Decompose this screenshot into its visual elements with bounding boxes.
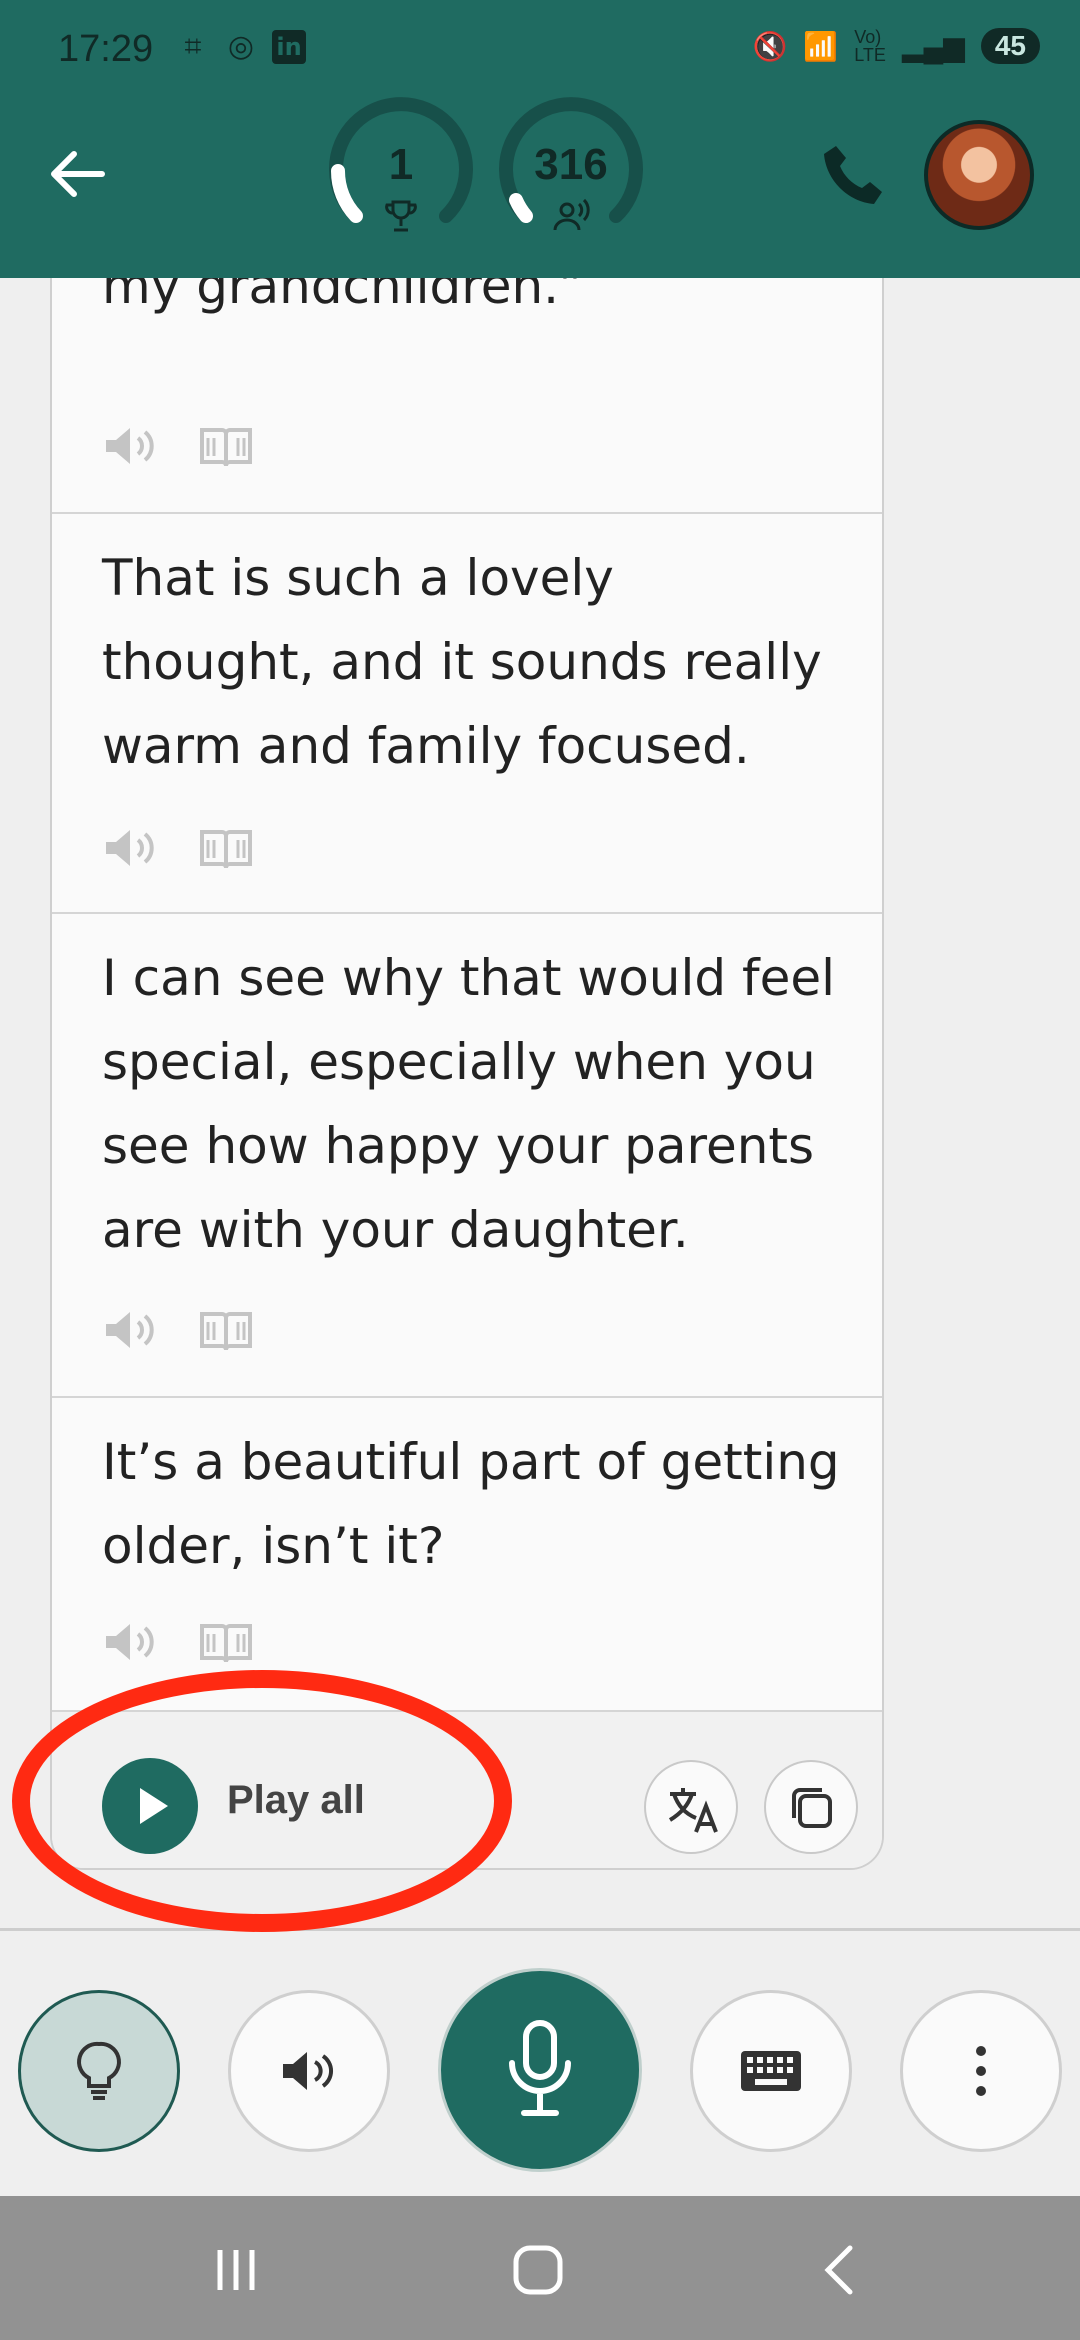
status-time: 17:29 xyxy=(58,28,154,70)
battery-indicator: 45 xyxy=(980,28,1040,64)
copy-icon xyxy=(792,1788,832,1828)
message-text: I can see why that would feel special, e… xyxy=(102,949,836,1259)
whatsapp-icon: ◎ xyxy=(227,29,255,64)
trophy-icon xyxy=(385,200,417,232)
divider xyxy=(0,1928,1080,1931)
message-bubble[interactable]: It’s a beautiful part of getting older, … xyxy=(52,1398,882,1712)
mute-icon: 🔇 xyxy=(752,30,788,62)
more-options-button[interactable] xyxy=(900,1990,1062,2152)
keyboard-icon xyxy=(741,2051,801,2091)
lightbulb-icon xyxy=(77,2041,121,2100)
phone-call-icon[interactable] xyxy=(818,140,888,210)
hint-button[interactable] xyxy=(18,1990,180,2152)
app-header: 17:29 ⌗ ◎ in 🔇 📶 Vo) LTE ▂▄▆ 45 1 316 xyxy=(0,0,1080,278)
play-icon xyxy=(140,1788,168,1824)
nav-back-icon[interactable] xyxy=(810,2240,870,2300)
message-text: It’s a beautiful part of getting older, … xyxy=(102,1433,840,1575)
trophy-score-ring[interactable]: 1 xyxy=(326,96,476,246)
listeners-score-value: 316 xyxy=(534,140,608,189)
message-actions xyxy=(102,1306,254,1354)
dictionary-book-icon[interactable] xyxy=(198,1618,254,1666)
speaker-icon[interactable] xyxy=(102,824,158,872)
translate-button[interactable] xyxy=(644,1760,738,1854)
copy-button[interactable] xyxy=(764,1760,858,1854)
message-bubble[interactable]: That is such a lovely thought, and it so… xyxy=(52,514,882,914)
card-footer: Play all xyxy=(52,1712,882,1868)
more-vertical-icon xyxy=(976,2046,986,2096)
message-actions xyxy=(102,824,254,872)
linkedin-icon: in xyxy=(272,30,306,64)
message-actions xyxy=(102,1618,254,1666)
translate-icon xyxy=(668,1788,718,1833)
speaker-icon[interactable] xyxy=(102,1306,158,1354)
status-notification-icons: ⌗ ◎ in xyxy=(176,30,306,64)
status-system-icons: 🔇 📶 Vo) LTE ▂▄▆ 45 xyxy=(752,27,1040,65)
home-icon[interactable] xyxy=(508,2240,568,2300)
speaking-person-icon xyxy=(553,198,590,231)
system-navigation-bar xyxy=(0,2196,1080,2340)
conversation-card[interactable]: spending a lot of time with my grandchil… xyxy=(50,200,884,1870)
message-bubble[interactable]: I can see why that would feel special, e… xyxy=(52,914,882,1398)
wifi-icon: 📶 xyxy=(803,30,839,62)
speaker-icon[interactable] xyxy=(102,1618,158,1666)
listeners-score-ring[interactable]: 316 xyxy=(496,96,646,246)
play-all-label[interactable]: Play all xyxy=(227,1778,365,1823)
keyboard-button[interactable] xyxy=(690,1990,852,2152)
play-all-button[interactable] xyxy=(102,1758,198,1854)
speaker-icon xyxy=(283,2052,333,2090)
recent-apps-icon[interactable] xyxy=(206,2240,266,2300)
speaker-button[interactable] xyxy=(228,1990,390,2152)
dictionary-book-icon[interactable] xyxy=(198,1306,254,1354)
back-arrow-icon[interactable] xyxy=(46,142,110,206)
signal-icon: ▂▄▆ xyxy=(901,30,965,62)
dictionary-book-icon[interactable] xyxy=(198,422,254,470)
trophy-score-value: 1 xyxy=(388,140,414,189)
volte-icon: Vo) LTE xyxy=(854,27,886,65)
avatar[interactable] xyxy=(924,120,1034,230)
screenshot-icon: ⌗ xyxy=(184,29,202,64)
speaker-icon[interactable] xyxy=(102,422,158,470)
dictionary-book-icon[interactable] xyxy=(198,824,254,872)
microphone-icon xyxy=(509,2020,571,2116)
message-actions xyxy=(102,422,254,470)
message-text: That is such a lovely thought, and it so… xyxy=(102,549,822,775)
microphone-button[interactable] xyxy=(438,1968,642,2172)
